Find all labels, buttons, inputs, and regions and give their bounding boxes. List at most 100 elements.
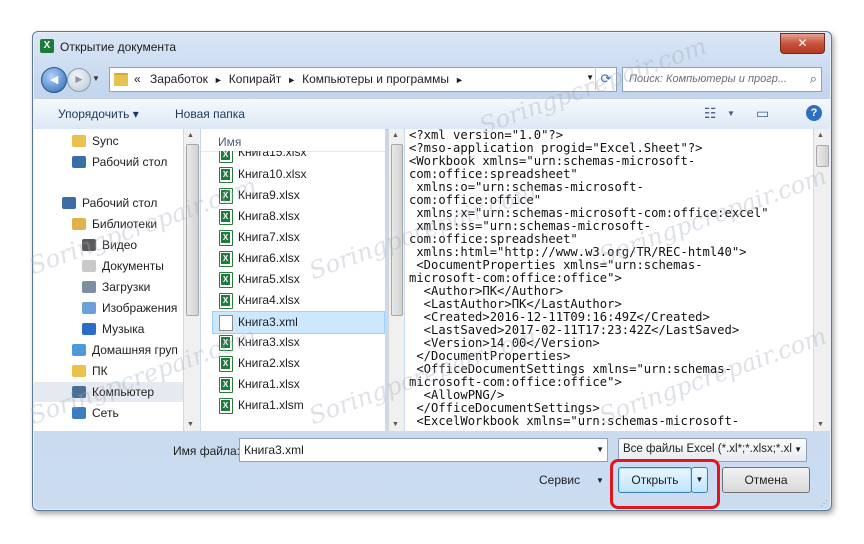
file-item[interactable]: Книга15.xlsx [213, 151, 385, 163]
open-document-dialog: X Открытие документа ✕ ◄ ► ▼ « Заработок… [25, 31, 832, 511]
scrollbar-thumb[interactable] [816, 145, 829, 167]
chevron-down-icon[interactable]: ▼ [596, 476, 604, 485]
chevron-right-icon[interactable]: ► [287, 75, 296, 85]
file-name: Книга6.xlsx [238, 251, 300, 265]
help-icon[interactable]: ? [806, 105, 822, 121]
sidebar-item-network[interactable]: Сеть [34, 403, 183, 423]
sidebar-item-computer[interactable]: Компьютер [34, 382, 183, 402]
file-name: Книга3.xml [238, 315, 298, 329]
sidebar-item-sync[interactable]: Sync [34, 131, 183, 151]
preview-scrollbar[interactable]: ▲ ▼ [813, 129, 830, 431]
excel-file-icon [219, 377, 233, 393]
file-item[interactable]: Книга9.xlsx [213, 185, 385, 206]
sidebar-item-label: Документы [102, 259, 164, 273]
scroll-up-icon[interactable]: ▲ [392, 132, 399, 139]
column-header-name[interactable]: Имя [201, 129, 385, 152]
chevron-down-icon[interactable]: ▼ [794, 445, 802, 454]
filename-value: Книга3.xml [244, 443, 304, 457]
file-item[interactable]: Книга7.xlsx [213, 227, 385, 248]
new-folder-button[interactable]: Новая папка [175, 107, 245, 121]
libraries-icon [72, 218, 86, 230]
forward-button[interactable]: ► [67, 68, 91, 92]
sidebar-item-label: Загрузки [102, 280, 151, 294]
breadcrumb-item[interactable]: Копирайт [229, 72, 281, 86]
excel-file-icon [219, 230, 233, 246]
file-item[interactable]: Книга3.xml [212, 311, 385, 334]
file-name: Книга4.xlsx [238, 293, 300, 307]
resize-grip-icon[interactable]: ⋰ [820, 499, 828, 508]
sidebar-item-documents[interactable]: Документы [34, 256, 183, 276]
file-item[interactable]: Книга5.xlsx [213, 269, 385, 290]
recent-locations-dropdown-icon[interactable]: ▼ [92, 74, 100, 83]
sidebar-item-desktop-root[interactable]: Рабочий стол [34, 193, 183, 213]
file-item[interactable]: Книга3.xlsx [213, 332, 385, 353]
scroll-down-icon[interactable]: ▼ [817, 421, 824, 428]
downloads-icon [82, 281, 96, 293]
sidebar-item-downloads[interactable]: Загрузки [34, 277, 183, 297]
search-icon[interactable]: ⌕ [810, 71, 817, 87]
scrollbar-thumb[interactable] [186, 144, 199, 316]
close-button[interactable]: ✕ [780, 33, 825, 54]
file-item[interactable]: Книга4.xlsx [213, 290, 385, 311]
excel-file-icon [219, 251, 233, 267]
excel-app-icon: X [40, 39, 54, 53]
sidebar-item-music[interactable]: Музыка [34, 319, 183, 339]
list-view-icon[interactable]: ☷ [704, 105, 717, 122]
sidebar-item-label: Библиотеки [92, 217, 158, 231]
breadcrumb: « Заработок ► Копирайт ► Компьютеры и програ… [134, 72, 470, 86]
file-list-scrollbar[interactable]: ▲ ▼ [388, 129, 404, 431]
tools-button[interactable]: Сервис [539, 473, 580, 487]
excel-file-icon [219, 356, 233, 372]
sidebar-item-images[interactable]: Изображения [34, 298, 183, 318]
sidebar-item-desktop[interactable]: Рабочий стол [34, 152, 183, 172]
back-button[interactable]: ◄ [41, 67, 67, 93]
sidebar-item-label: Рабочий стол [82, 196, 158, 210]
sidebar-item-libraries[interactable]: Библиотеки [34, 214, 183, 234]
preview-pane-icon[interactable]: ▭ [756, 105, 769, 122]
breadcrumb-item[interactable]: Заработок [150, 72, 208, 86]
organize-button[interactable]: Упорядочить ▾ [58, 107, 139, 121]
excel-file-icon [219, 151, 233, 163]
address-bar[interactable]: « Заработок ► Копирайт ► Компьютеры и програ… [109, 67, 617, 92]
file-item[interactable]: Книга1.xlsx [213, 374, 385, 395]
cancel-button[interactable]: Отмена [722, 467, 810, 493]
file-item[interactable]: Книга10.xlsx [213, 164, 385, 185]
open-options-dropdown[interactable]: ▼ [691, 467, 708, 493]
scroll-down-icon[interactable]: ▼ [187, 421, 194, 428]
music-icon [82, 323, 96, 335]
chevron-right-icon[interactable]: ► [214, 75, 223, 85]
scroll-down-icon[interactable]: ▼ [392, 421, 399, 428]
computer-icon [72, 386, 86, 398]
sidebar-item-video[interactable]: Видео [34, 235, 183, 255]
chevron-right-icon[interactable]: ► [455, 75, 464, 85]
excel-file-icon [219, 272, 233, 288]
refresh-icon[interactable]: ⟳ [595, 67, 616, 90]
view-dropdown-icon[interactable]: ▼ [727, 109, 735, 118]
scroll-up-icon[interactable]: ▲ [187, 132, 194, 139]
file-item[interactable]: Книга8.xlsx [213, 206, 385, 227]
breadcrumb-prefix[interactable]: « [134, 72, 141, 86]
address-dropdown-icon[interactable]: ▼ [586, 73, 594, 82]
breadcrumb-item[interactable]: Компьютеры и программы [302, 72, 449, 86]
file-name: Книга2.xlsx [238, 356, 300, 370]
file-item[interactable]: Книга2.xlsx [213, 353, 385, 374]
navigation-scrollbar[interactable]: ▲ ▼ [183, 129, 200, 431]
documents-icon [82, 260, 96, 272]
chevron-down-icon[interactable]: ▼ [596, 445, 604, 454]
xml-file-icon [219, 315, 233, 331]
file-item[interactable]: Книга1.xlsm [213, 395, 385, 416]
file-type-value: Все файлы Excel (*.xl*;*.xlsx;*.xl [623, 443, 792, 455]
open-button[interactable]: Открыть [618, 467, 692, 493]
sidebar-item-pc[interactable]: ПК [34, 361, 183, 381]
filename-input[interactable]: Книга3.xml ▼ [239, 438, 608, 462]
file-item[interactable]: Книга6.xlsx [213, 248, 385, 269]
search-input[interactable]: Поиск: Компьютеры и прогр... ⌕ [622, 67, 822, 92]
sidebar-item-label: Музыка [102, 322, 145, 336]
file-name: Книга1.xlsx [238, 377, 300, 391]
scrollbar-thumb[interactable] [391, 144, 403, 316]
excel-file-icon [219, 209, 233, 225]
file-name: Книга7.xlsx [238, 230, 300, 244]
scroll-up-icon[interactable]: ▲ [817, 132, 824, 139]
sidebar-item-homegroup[interactable]: Домашняя груп [34, 340, 183, 360]
navigation-pane: Sync Рабочий стол Рабочий стол Библиотек… [34, 129, 184, 431]
